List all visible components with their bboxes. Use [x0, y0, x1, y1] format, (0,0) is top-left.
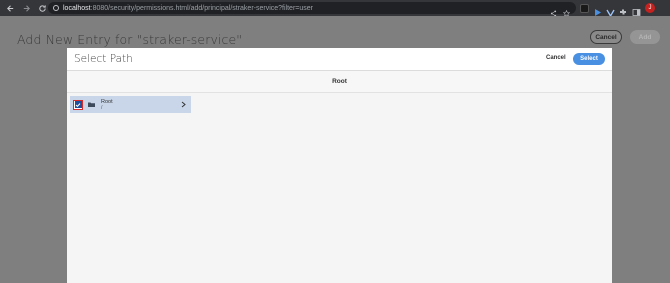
breadcrumb: Root: [67, 71, 612, 93]
url-host: localhost: [63, 4, 91, 12]
puzzle-extensions-icon[interactable]: [619, 4, 628, 14]
page-title: Add New Entry for "straker-service": [17, 32, 243, 47]
bookmark-star-icon[interactable]: [562, 4, 571, 17]
url-path: :8080/security/permissions.html/add/prin…: [90, 4, 313, 12]
site-info-icon[interactable]: [53, 5, 59, 11]
item-path: /: [101, 104, 103, 111]
dialog-select-button[interactable]: Select: [573, 53, 605, 65]
address-bar[interactable]: localhost:8080/security/permissions.html…: [48, 2, 576, 17]
dialog-header: Select Path Cancel Select: [67, 48, 612, 71]
forward-arrow-icon[interactable]: [19, 1, 33, 15]
browser-toolbar: localhost:8080/security/permissions.html…: [0, 0, 670, 17]
reload-icon[interactable]: [35, 1, 49, 15]
dialog-title: Select Path: [74, 53, 133, 65]
profile-avatar[interactable]: J: [645, 3, 655, 13]
chevron-right-icon[interactable]: [181, 101, 186, 108]
page-add-button[interactable]: Add: [630, 30, 660, 44]
side-panel-icon[interactable]: [632, 4, 641, 16]
extension-icon[interactable]: [580, 3, 589, 13]
select-path-dialog: Select Path Cancel Select Root Root /: [67, 48, 612, 283]
share-icon[interactable]: [550, 4, 557, 17]
play-extension-icon[interactable]: [593, 4, 602, 16]
vpn-extension-icon[interactable]: [606, 4, 615, 17]
folder-icon: [88, 102, 95, 107]
back-arrow-icon[interactable]: [3, 1, 17, 15]
checkmark-icon: [74, 101, 82, 108]
breadcrumb-root[interactable]: Root: [332, 78, 347, 85]
item-checkbox[interactable]: [73, 99, 83, 110]
page-cancel-button[interactable]: Cancel: [590, 30, 622, 44]
dialog-cancel-button[interactable]: Cancel: [546, 55, 566, 61]
list-item[interactable]: Root /: [70, 96, 191, 113]
